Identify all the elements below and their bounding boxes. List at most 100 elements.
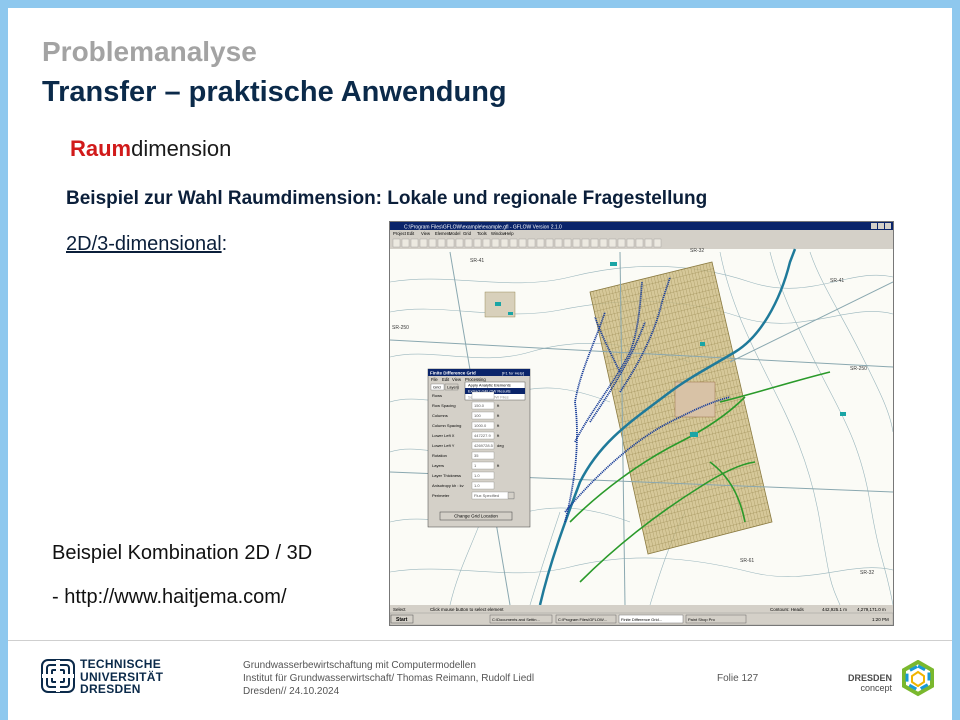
field-label: Lower Left X xyxy=(432,433,455,438)
toolbar-button[interactable] xyxy=(401,238,410,248)
toolbar-button[interactable] xyxy=(527,238,536,248)
field-unit: deg xyxy=(497,443,504,448)
slide-frame-top xyxy=(0,0,960,8)
field-label: Rows xyxy=(432,393,442,398)
change-grid-location-label: Change Grid Location xyxy=(454,514,498,519)
toolbar-button[interactable] xyxy=(455,238,464,248)
toolbar-button[interactable] xyxy=(482,238,491,248)
taskbar-task-label: C:\Documents and Settin... xyxy=(492,617,540,622)
url-line[interactable]: - http://www.haitjema.com/ xyxy=(52,586,287,609)
taskbar-task-label: C:\Program Files\GFLOW... xyxy=(558,617,607,622)
tab-label: Grid xyxy=(433,385,441,390)
menu-item-view[interactable]: View xyxy=(421,231,431,236)
map-label: SR-32 xyxy=(860,570,874,576)
toolbar-button[interactable] xyxy=(653,238,662,248)
start-label: Start xyxy=(396,617,408,623)
dialog-menu-file[interactable]: File xyxy=(431,377,438,382)
dd-line2: concept xyxy=(860,683,892,693)
subtitle-rest: dimension xyxy=(131,136,232,161)
page-number: Folie 127 xyxy=(717,673,759,684)
toolbar-button[interactable] xyxy=(419,238,428,248)
toolbar-button[interactable] xyxy=(617,238,626,248)
toolbar-button[interactable] xyxy=(392,238,401,248)
toolbar-button[interactable] xyxy=(545,238,554,248)
footer-line3: Dresden// 24.10.2024 xyxy=(243,686,340,697)
toolbar-button[interactable] xyxy=(446,238,455,248)
super-title: Problemanalyse xyxy=(42,36,257,67)
chevron-down-icon[interactable] xyxy=(507,492,515,499)
tu-dresden-wordmark: TECHNISCHE UNIVERSITÄT DRESDEN xyxy=(80,658,163,696)
taskbar-task-label: Finite Difference Grid... xyxy=(621,617,662,622)
dialog-title: Finite Difference Grid xyxy=(430,371,476,376)
menu-item-grid[interactable]: Grid xyxy=(463,231,472,236)
dialog-tabs: Grid Layers xyxy=(430,383,459,391)
toolbar-button[interactable] xyxy=(410,238,419,248)
map-label: SR-250 xyxy=(850,366,867,372)
toolbar-button[interactable] xyxy=(473,238,482,248)
field-label: Layers xyxy=(432,463,444,468)
example-heading: Beispiel zur Wahl Raumdimension: Lokale … xyxy=(66,188,708,209)
field-label: Layer Thickness xyxy=(432,473,461,478)
menu-items: Project Edit View ElementModel Grid Tools Wind… xyxy=(393,231,514,236)
map-label: SR-250 xyxy=(392,325,409,331)
toolbar-button[interactable] xyxy=(509,238,518,248)
gflow-screenshot-svg: C:\Program Files\GFLOW\example\example.g… xyxy=(390,222,893,625)
toolbar-button[interactable] xyxy=(500,238,509,248)
menu-item-help[interactable]: Help xyxy=(505,231,514,236)
toolbar-button[interactable] xyxy=(644,238,653,248)
field-value: 1.0 xyxy=(474,473,480,478)
dialog-menu-processing[interactable]: Processing xyxy=(465,377,486,382)
toolbar-button[interactable] xyxy=(563,238,572,248)
tu-dresden-logo-icon xyxy=(41,659,75,693)
map-label: SR-32 xyxy=(690,248,704,254)
city-block xyxy=(674,381,716,418)
field-label: Row Spacing xyxy=(432,403,456,408)
slide-frame-right xyxy=(952,0,960,720)
maximize-icon[interactable] xyxy=(878,223,884,229)
footer-line2: Institut für Grundwasserwirtschaft/ Thom… xyxy=(243,673,535,684)
field-label: Anisotropy kh : kv xyxy=(432,483,464,488)
field-label: Lower Left Y xyxy=(432,443,455,448)
toolbar-button[interactable] xyxy=(464,238,473,248)
finite-difference-dialog[interactable]: Finite Difference Grid [F1 for Help] Fil… xyxy=(427,368,531,528)
combo-label: Beispiel Kombination 2D / 3D xyxy=(52,542,313,564)
dialog-menu-view[interactable]: View xyxy=(452,377,462,382)
minimize-icon[interactable] xyxy=(871,223,877,229)
field-label: Rotation xyxy=(432,453,447,458)
menu-item-edit[interactable]: Edit xyxy=(407,231,415,236)
dialog-menu-edit[interactable]: Edit xyxy=(442,377,450,382)
field-value: 150.0 xyxy=(474,403,485,408)
dresden-concept-wordmark: DRESDEN concept xyxy=(846,673,892,693)
toolbar-button[interactable] xyxy=(491,238,500,248)
footer-line1: Grundwasserbewirtschaftung mit Computerm… xyxy=(243,660,476,671)
dropdown-item[interactable]: Apply Analytic Elements xyxy=(468,383,511,388)
gflow-screenshot: C:\Program Files\GFLOW\example\example.g… xyxy=(389,221,894,626)
dims-suffix: : xyxy=(221,233,228,255)
toolbar-button[interactable] xyxy=(599,238,608,248)
toolbar-button[interactable] xyxy=(572,238,581,248)
dialog-help: [F1 for Help] xyxy=(502,371,524,376)
status-y: 4,279,171.0 m xyxy=(857,607,886,612)
field-value: 100 xyxy=(474,413,481,418)
field-input[interactable] xyxy=(471,391,495,400)
tu-line3: DRESDEN xyxy=(80,682,141,696)
map-label: SR-41 xyxy=(830,278,844,284)
map-label: SR-61 xyxy=(740,558,754,564)
toolbar-button[interactable] xyxy=(536,238,545,248)
toolbar-button[interactable] xyxy=(581,238,590,248)
close-icon[interactable] xyxy=(885,223,891,229)
toolbar-button[interactable] xyxy=(608,238,617,248)
toolbar-button[interactable] xyxy=(437,238,446,248)
window-title: C:\Program Files\GFLOW\example\example.g… xyxy=(404,224,562,230)
toolbar-button[interactable] xyxy=(554,238,563,248)
toolbar-button[interactable] xyxy=(590,238,599,248)
menu-item-model[interactable]: Model xyxy=(449,231,460,236)
field-value: 447227.9 xyxy=(474,433,491,438)
menu-item-project[interactable]: Project xyxy=(393,231,407,236)
toolbar-button[interactable] xyxy=(635,238,644,248)
toolbar-button[interactable] xyxy=(428,238,437,248)
toolbar-button[interactable] xyxy=(626,238,635,248)
menu-item-tools[interactable]: Tools xyxy=(477,231,487,236)
tab-label: Layers xyxy=(447,385,459,390)
toolbar-button[interactable] xyxy=(518,238,527,248)
